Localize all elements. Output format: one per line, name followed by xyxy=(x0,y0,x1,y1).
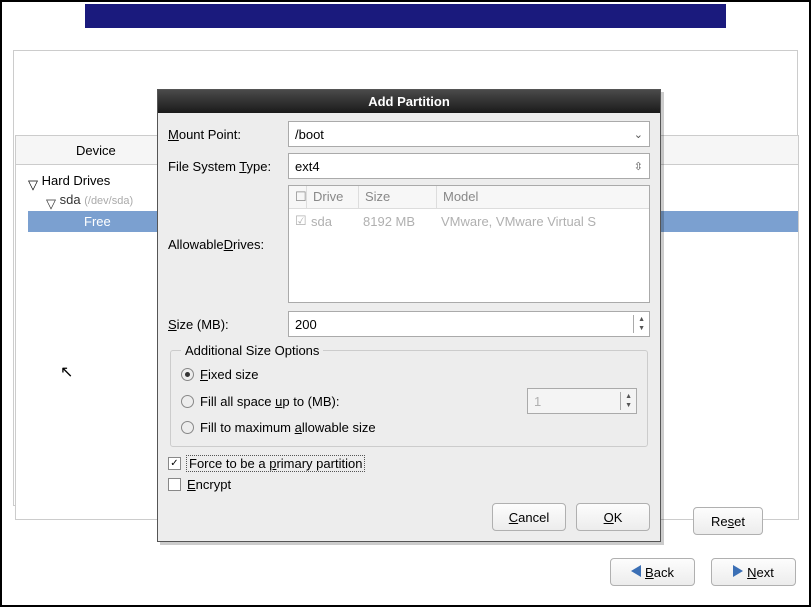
spin-down-icon: ▼ xyxy=(621,401,636,410)
arrow-right-icon xyxy=(733,565,743,580)
chevron-updown-icon: ⇳ xyxy=(634,160,643,173)
add-partition-dialog: Add Partition Mount Point: /boot ⌄ File … xyxy=(157,89,661,542)
drive-checkbox[interactable]: ☑ xyxy=(295,213,311,229)
radio-icon xyxy=(181,368,194,381)
fs-type-label: File System Type: xyxy=(168,159,288,174)
size-spinner[interactable]: 200 ▲▼ xyxy=(288,311,650,337)
fs-type-combo[interactable]: ext4 ⇳ xyxy=(288,153,650,179)
allowable-drives-label: Allowable Drives: xyxy=(168,185,288,303)
fill-upto-spinner: 1 ▲▼ xyxy=(527,388,637,414)
spin-up-icon: ▲ xyxy=(621,392,636,401)
size-label: Size (MB): xyxy=(168,317,288,332)
expand-icon[interactable]: ▽ xyxy=(28,177,38,187)
drives-list-row[interactable]: ☑ sda 8192 MB VMware, VMware Virtual S xyxy=(289,209,649,233)
expand-icon[interactable]: ▽ xyxy=(46,196,56,206)
radio-fill-max[interactable]: Fill to maximum allowable size xyxy=(181,417,637,438)
back-button[interactable]: Back xyxy=(610,558,695,586)
radio-fill-up-to[interactable]: Fill all space up to (MB): 1 ▲▼ xyxy=(181,385,637,417)
main-window: Drive /dev/sda (8192 MB) (Model: VMware,… xyxy=(2,2,809,605)
next-button[interactable]: Next xyxy=(711,558,796,586)
spin-up-icon[interactable]: ▲ xyxy=(634,315,649,324)
size-options-legend: Additional Size Options xyxy=(181,343,323,358)
encrypt-checkbox[interactable]: Encrypt xyxy=(168,474,650,495)
size-options-group: Additional Size Options Fixed size Fill … xyxy=(170,343,648,447)
chevron-down-icon: ⌄ xyxy=(634,128,643,141)
checkbox-icon xyxy=(168,457,181,470)
mount-point-label: Mount Point: xyxy=(168,127,288,142)
radio-fixed-size[interactable]: Fixed size xyxy=(181,364,637,385)
ok-button[interactable]: OK xyxy=(576,503,650,531)
force-primary-checkbox[interactable]: Force to be a primary partition xyxy=(168,453,650,474)
radio-icon xyxy=(181,395,194,408)
cancel-button[interactable]: Cancel xyxy=(492,503,566,531)
spin-down-icon[interactable]: ▼ xyxy=(634,324,649,333)
dialog-title: Add Partition xyxy=(158,90,660,113)
checkbox-icon xyxy=(168,478,181,491)
mouse-cursor-icon: ↖ xyxy=(60,362,73,382)
reset-button[interactable]: Reset xyxy=(693,507,763,535)
arrow-left-icon xyxy=(631,565,641,580)
banner xyxy=(85,4,726,28)
radio-icon xyxy=(181,421,194,434)
allowable-drives-list[interactable]: ☐ Drive Size Model ☑ sda 8192 MB VMware,… xyxy=(288,185,650,303)
drives-list-header: ☐ Drive Size Model xyxy=(289,186,649,209)
mount-point-combo[interactable]: /boot ⌄ xyxy=(288,121,650,147)
